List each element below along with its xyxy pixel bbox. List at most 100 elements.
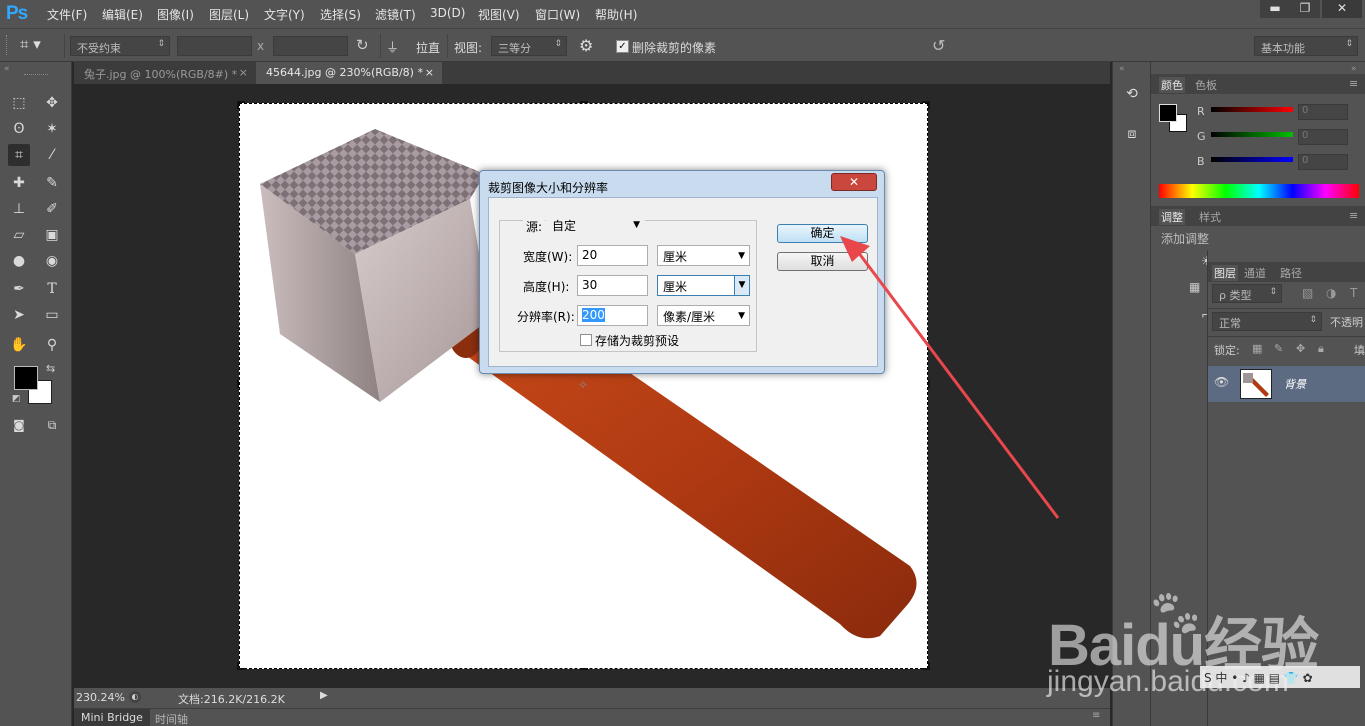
magic-wand-icon[interactable]: ✶ <box>41 118 63 140</box>
collapse-icon[interactable]: « <box>4 64 10 74</box>
ime-toolbar[interactable]: S 中 • ♪ ▦ ▤ 👕 ✿ <box>1200 666 1360 688</box>
screen-mode-icon[interactable]: ⧉ <box>41 414 63 436</box>
crop-handle-bottom-left[interactable] <box>237 662 245 670</box>
tab-timeline[interactable]: 时间轴 <box>148 709 195 726</box>
layer-name[interactable]: 背景 <box>1284 376 1306 392</box>
height-unit-select[interactable]: 厘米 ▼ <box>657 275 750 296</box>
crop-handle-left[interactable] <box>237 380 245 388</box>
crop-handle-bottom[interactable] <box>580 662 588 670</box>
gear-icon[interactable]: ⚙ <box>579 36 599 55</box>
reset-icon[interactable]: ↺ <box>932 36 945 55</box>
crop-height-input[interactable] <box>273 36 348 56</box>
height-input[interactable]: 30 <box>577 275 648 296</box>
menu-select[interactable]: 选择(S) <box>320 6 361 23</box>
red-slider[interactable] <box>1211 107 1293 112</box>
levels-adjust-icon[interactable]: ▦ <box>1189 280 1200 294</box>
source-select[interactable]: 自定 ▼ <box>546 214 645 235</box>
type-tool-icon[interactable]: T <box>41 278 63 300</box>
zoom-level[interactable]: 230.24% <box>76 691 125 704</box>
crop-handle-right[interactable] <box>922 380 930 388</box>
green-value[interactable]: 0 <box>1298 129 1348 145</box>
tab-layers[interactable]: 图层 <box>1212 265 1238 281</box>
tab-mini-bridge[interactable]: Mini Bridge <box>74 709 150 726</box>
minimize-button[interactable]: ▬ <box>1260 0 1290 18</box>
crop-handle-bottom-right[interactable] <box>922 662 930 670</box>
move-tool-icon[interactable]: ✥ <box>41 92 63 114</box>
tab-channels[interactable]: 通道 <box>1244 265 1266 281</box>
red-value[interactable]: 0 <box>1298 104 1348 120</box>
status-menu-icon[interactable]: ▶ <box>320 690 328 701</box>
dodge-tool-icon[interactable]: ◉ <box>41 250 63 272</box>
menu-image[interactable]: 图像(I) <box>157 6 194 23</box>
grip-handle[interactable] <box>6 35 10 55</box>
dialog-close-button[interactable]: ✕ <box>831 173 877 191</box>
menu-window[interactable]: 窗口(W) <box>535 6 580 23</box>
expand-icon[interactable]: « <box>1119 64 1125 74</box>
healing-brush-icon[interactable]: ✚ <box>8 172 30 194</box>
blue-value[interactable]: 0 <box>1298 154 1348 170</box>
menu-type[interactable]: 文字(Y) <box>264 6 305 23</box>
menu-filter[interactable]: 滤镜(T) <box>375 6 416 23</box>
rectangle-tool-icon[interactable]: ▭ <box>41 304 63 326</box>
blend-mode-select[interactable]: 正常 ⇕ <box>1212 312 1322 331</box>
swap-icon[interactable]: ↻ <box>356 36 374 54</box>
width-input[interactable]: 20 <box>577 245 648 266</box>
lock-all-icon[interactable]: 🔒︎ <box>1318 342 1324 356</box>
menu-edit[interactable]: 编辑(E) <box>102 6 143 23</box>
history-panel-icon[interactable]: ⟲ <box>1121 86 1143 108</box>
gradient-tool-icon[interactable]: ▣ <box>41 224 63 246</box>
crop-handle-top-left[interactable] <box>237 101 245 109</box>
swap-colors-icon[interactable]: ⇆ <box>46 362 55 375</box>
panel-menu-icon[interactable]: ≡ <box>1092 710 1100 721</box>
visibility-eye-icon[interactable]: 👁︎ <box>1214 375 1229 389</box>
color-spectrum-ramp[interactable] <box>1159 184 1359 198</box>
crop-tool-icon[interactable]: ⌗ <box>8 144 30 166</box>
cancel-button[interactable]: 取消 <box>777 252 868 271</box>
lock-transparent-icon[interactable]: ▦ <box>1252 342 1262 355</box>
panel-menu-icon[interactable]: ≡ <box>1349 77 1358 90</box>
delete-cropped-checkbox[interactable]: ✓ <box>616 40 629 53</box>
lock-move-icon[interactable]: ✥ <box>1296 342 1305 355</box>
green-slider[interactable] <box>1211 132 1293 137</box>
workspace-select[interactable]: 基本功能 ⇕ <box>1254 36 1358 56</box>
marquee-tool-icon[interactable]: ⬚ <box>8 92 30 114</box>
tab-close-icon[interactable]: × <box>425 66 434 79</box>
status-info-icon[interactable]: ◐ <box>129 691 141 703</box>
eyedropper-icon[interactable]: ⁄ <box>41 144 63 166</box>
history-brush-icon[interactable]: ✐ <box>41 198 63 220</box>
filter-adjust-icon[interactable]: ◑ <box>1326 286 1336 300</box>
brush-tool-icon[interactable]: ✎ <box>41 172 63 194</box>
save-preset-checkbox[interactable] <box>580 334 592 346</box>
width-unit-select[interactable]: 厘米 ▼ <box>657 245 750 266</box>
ratio-select[interactable]: 不受约束 ⇕ <box>70 36 170 56</box>
blur-tool-icon[interactable]: ● <box>8 250 30 272</box>
color-fg-swatch[interactable] <box>1159 104 1177 122</box>
filter-type-icon[interactable]: T <box>1350 286 1357 300</box>
ok-button[interactable]: 确定 <box>777 224 868 243</box>
properties-panel-icon[interactable]: ⧈ <box>1121 126 1143 148</box>
straighten-label[interactable]: 拉直 <box>416 39 440 56</box>
crop-handle-top[interactable] <box>580 101 588 109</box>
pen-tool-icon[interactable]: ✒ <box>8 278 30 300</box>
zoom-tool-icon[interactable]: ⚲ <box>41 334 63 356</box>
tab-paths[interactable]: 路径 <box>1280 265 1302 281</box>
restore-button[interactable]: ❐ <box>1290 0 1320 18</box>
eraser-icon[interactable]: ▱ <box>8 224 30 246</box>
quick-mask-icon[interactable]: ◙ <box>8 414 30 436</box>
layer-row-background[interactable]: 👁︎ 背景 <box>1208 366 1365 402</box>
menu-3d[interactable]: 3D(D) <box>430 6 465 20</box>
overlay-view-select[interactable]: 三等分 ⇕ <box>491 36 567 56</box>
tab-adjustments[interactable]: 调整 <box>1159 209 1185 225</box>
tab-hammer[interactable]: 45644.jpg @ 230%(RGB/8) * × <box>256 62 442 84</box>
resolution-unit-select[interactable]: 像素/厘米 ▼ <box>657 305 750 326</box>
clone-stamp-icon[interactable]: ⊥ <box>8 198 30 220</box>
default-colors-icon[interactable]: ◩ <box>12 394 21 404</box>
menu-layer[interactable]: 图层(L) <box>209 6 249 23</box>
crop-tool-preset-icon[interactable]: ⌗ ▾ <box>20 35 60 55</box>
resolution-input[interactable]: 200 <box>577 305 648 326</box>
menu-help[interactable]: 帮助(H) <box>595 6 637 23</box>
foreground-color-swatch[interactable] <box>14 366 38 390</box>
menu-file[interactable]: 文件(F) <box>47 6 87 23</box>
tab-rabbit[interactable]: 兔子.jpg @ 100%(RGB/8#) * × <box>74 62 256 84</box>
tab-swatches[interactable]: 色板 <box>1195 77 1217 93</box>
